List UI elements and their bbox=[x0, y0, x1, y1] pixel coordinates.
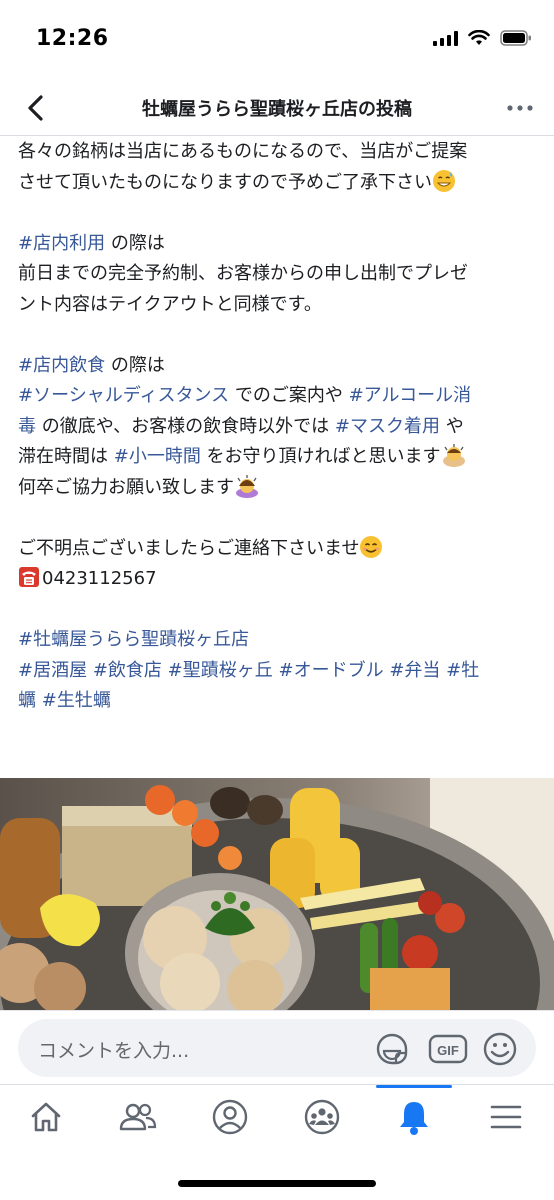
text-line: #居酒屋 #飲食店 #聖蹟桜ヶ丘 #オードブル #弁当 #牡 bbox=[18, 656, 538, 687]
hashtag-link[interactable]: #牡蠣屋うらら聖蹟桜ヶ丘店 bbox=[18, 629, 249, 650]
food-platter-image bbox=[0, 778, 554, 1010]
gif-button[interactable]: GIF bbox=[428, 1031, 468, 1067]
hashtag-link[interactable]: #オードブル bbox=[278, 660, 383, 681]
groups-icon bbox=[304, 1099, 340, 1135]
status-time: 12:26 bbox=[36, 26, 109, 51]
menu-icon bbox=[490, 1105, 522, 1129]
emoji-icon bbox=[483, 1032, 517, 1066]
text-line: 滞在時間は #小一時間 をお守り頂ければと思います bbox=[18, 442, 538, 473]
text-span: させて頂いたものになりますので予めご了承下さい bbox=[18, 171, 432, 193]
more-options-button[interactable] bbox=[502, 92, 538, 124]
active-tab-indicator bbox=[376, 1085, 452, 1088]
tab-groups[interactable] bbox=[276, 1085, 368, 1149]
food-platter-photo[interactable] bbox=[0, 778, 554, 1010]
telephone-icon bbox=[19, 567, 39, 587]
hashtag-link[interactable]: #弁当 bbox=[389, 660, 440, 681]
bowing-woman-emoji-icon bbox=[236, 474, 258, 498]
bell-icon bbox=[400, 1102, 428, 1135]
text-line: #店内利用 の際は bbox=[18, 229, 538, 260]
tab-notifications[interactable] bbox=[368, 1085, 460, 1149]
text-span: をお守り頂ければと思います bbox=[200, 446, 441, 467]
gif-label: GIF bbox=[437, 1043, 459, 1058]
friends-icon bbox=[119, 1103, 157, 1131]
hashtag-link[interactable]: #アルコール消 bbox=[349, 385, 472, 406]
bowing-person-emoji-icon bbox=[442, 444, 465, 467]
wifi-icon bbox=[468, 30, 490, 45]
battery-icon bbox=[500, 30, 531, 46]
home-indicator bbox=[178, 1180, 376, 1187]
chevron-left-icon bbox=[28, 95, 43, 121]
tab-friends[interactable] bbox=[92, 1085, 184, 1149]
text-line: 蠣 #生牡蠣 bbox=[18, 686, 538, 717]
text-span: の際は bbox=[105, 354, 165, 376]
phone-number[interactable]: 0423112567 bbox=[42, 568, 157, 589]
home-icon bbox=[31, 1102, 61, 1132]
post-body: 各々の銘柄は当店にあるものになるので、当店がご提案 させて頂いたものになりますの… bbox=[18, 137, 538, 747]
gif-icon: GIF bbox=[428, 1034, 468, 1064]
smiling-face-emoji-icon bbox=[360, 535, 383, 558]
back-button[interactable] bbox=[18, 90, 54, 126]
signal-icon bbox=[433, 30, 458, 46]
text-line: ント内容はテイクアウトと同様です。 bbox=[18, 293, 322, 315]
status-bar: 12:26 bbox=[0, 0, 554, 80]
sweat-smile-emoji-icon bbox=[433, 169, 455, 192]
hashtag-link[interactable]: #生牡蠣 bbox=[42, 690, 111, 711]
comment-placeholder: コメントを入力... bbox=[38, 1040, 190, 1062]
text-line: 各々の銘柄は当店にあるものになるので、当店がご提案 bbox=[18, 141, 468, 162]
text-line: させて頂いたものになりますので予めご了承下さい bbox=[18, 168, 538, 199]
text-line: #ソーシャルディスタンス でのご案内や #アルコール消 bbox=[18, 381, 538, 412]
text-span: 何卒ご協力お願い致します bbox=[18, 476, 234, 498]
page-title: 牡蠣屋うらら聖蹟桜ヶ丘店の投稿 bbox=[142, 99, 412, 120]
text-line: ご不明点ございましたらご連絡下さいませ bbox=[18, 534, 538, 565]
text-line: 毒 の徹底や、お客様の飲食時以外では #マスク着用 や bbox=[18, 412, 538, 443]
post-header: 牡蠣屋うらら聖蹟桜ヶ丘店の投稿 bbox=[0, 80, 554, 136]
text-line: #牡蠣屋うらら聖蹟桜ヶ丘店 bbox=[18, 625, 538, 656]
hashtag-link[interactable]: #店内飲食 bbox=[18, 355, 105, 376]
text-span: や bbox=[440, 415, 464, 437]
hashtag-link[interactable]: #マスク着用 bbox=[335, 416, 440, 437]
emoji-button[interactable] bbox=[482, 1031, 518, 1067]
tab-profile[interactable] bbox=[184, 1085, 276, 1149]
text-span: の徹底や、お客様の飲食時以外では bbox=[36, 415, 335, 437]
sticker-icon bbox=[376, 1033, 408, 1065]
text-span: の際は bbox=[105, 232, 165, 254]
sticker-button[interactable] bbox=[374, 1031, 410, 1067]
comment-input[interactable]: コメントを入力... GIF bbox=[18, 1019, 536, 1077]
post-paragraph-4: ご不明点ございましたらご連絡下さいませ 0423112567 bbox=[18, 534, 538, 595]
post-paragraph-1: 各々の銘柄は当店にあるものになるので、当店がご提案 させて頂いたものになりますの… bbox=[18, 137, 538, 198]
hashtag-link[interactable]: #飲食店 bbox=[93, 660, 162, 681]
hashtag-link[interactable]: #聖蹟桜ヶ丘 bbox=[168, 660, 273, 681]
hashtag-link[interactable]: 蠣 bbox=[18, 690, 36, 711]
text-span: 滞在時間は bbox=[18, 446, 114, 467]
tab-menu[interactable] bbox=[460, 1085, 552, 1149]
hashtag-link[interactable]: #牡 bbox=[446, 660, 479, 681]
hashtag-link[interactable]: #ソーシャルディスタンス bbox=[18, 385, 229, 406]
post-paragraph-3: #店内飲食 の際は #ソーシャルディスタンス でのご案内や #アルコール消 毒 … bbox=[18, 351, 538, 504]
text-span: ご不明点ございましたらご連絡下さいませ bbox=[18, 537, 360, 559]
text-span: でのご案内や bbox=[229, 385, 349, 406]
text-line: #店内飲食 の際は bbox=[18, 351, 538, 382]
text-line: 0423112567 bbox=[18, 564, 538, 595]
ellipsis-icon bbox=[507, 105, 533, 111]
hashtag-link[interactable]: 毒 bbox=[18, 416, 36, 437]
text-line: 何卒ご協力お願い致します bbox=[18, 473, 538, 504]
hashtag-link[interactable]: #店内利用 bbox=[18, 233, 105, 254]
comment-bar: コメントを入力... GIF bbox=[0, 1010, 554, 1084]
text-line: 前日までの完全予約制、お客様からの申し出制でプレゼ bbox=[18, 263, 468, 284]
status-icons bbox=[433, 30, 532, 46]
post-paragraph-5: #牡蠣屋うらら聖蹟桜ヶ丘店 #居酒屋 #飲食店 #聖蹟桜ヶ丘 #オードブル #弁… bbox=[18, 625, 538, 717]
hashtag-link[interactable]: #小一時間 bbox=[114, 446, 201, 467]
tab-home[interactable] bbox=[0, 1085, 92, 1149]
hashtag-link[interactable]: #居酒屋 bbox=[18, 660, 87, 681]
post-paragraph-2: #店内利用 の際は 前日までの完全予約制、お客様からの申し出制でプレゼ ント内容… bbox=[18, 229, 538, 321]
profile-icon bbox=[212, 1099, 248, 1135]
